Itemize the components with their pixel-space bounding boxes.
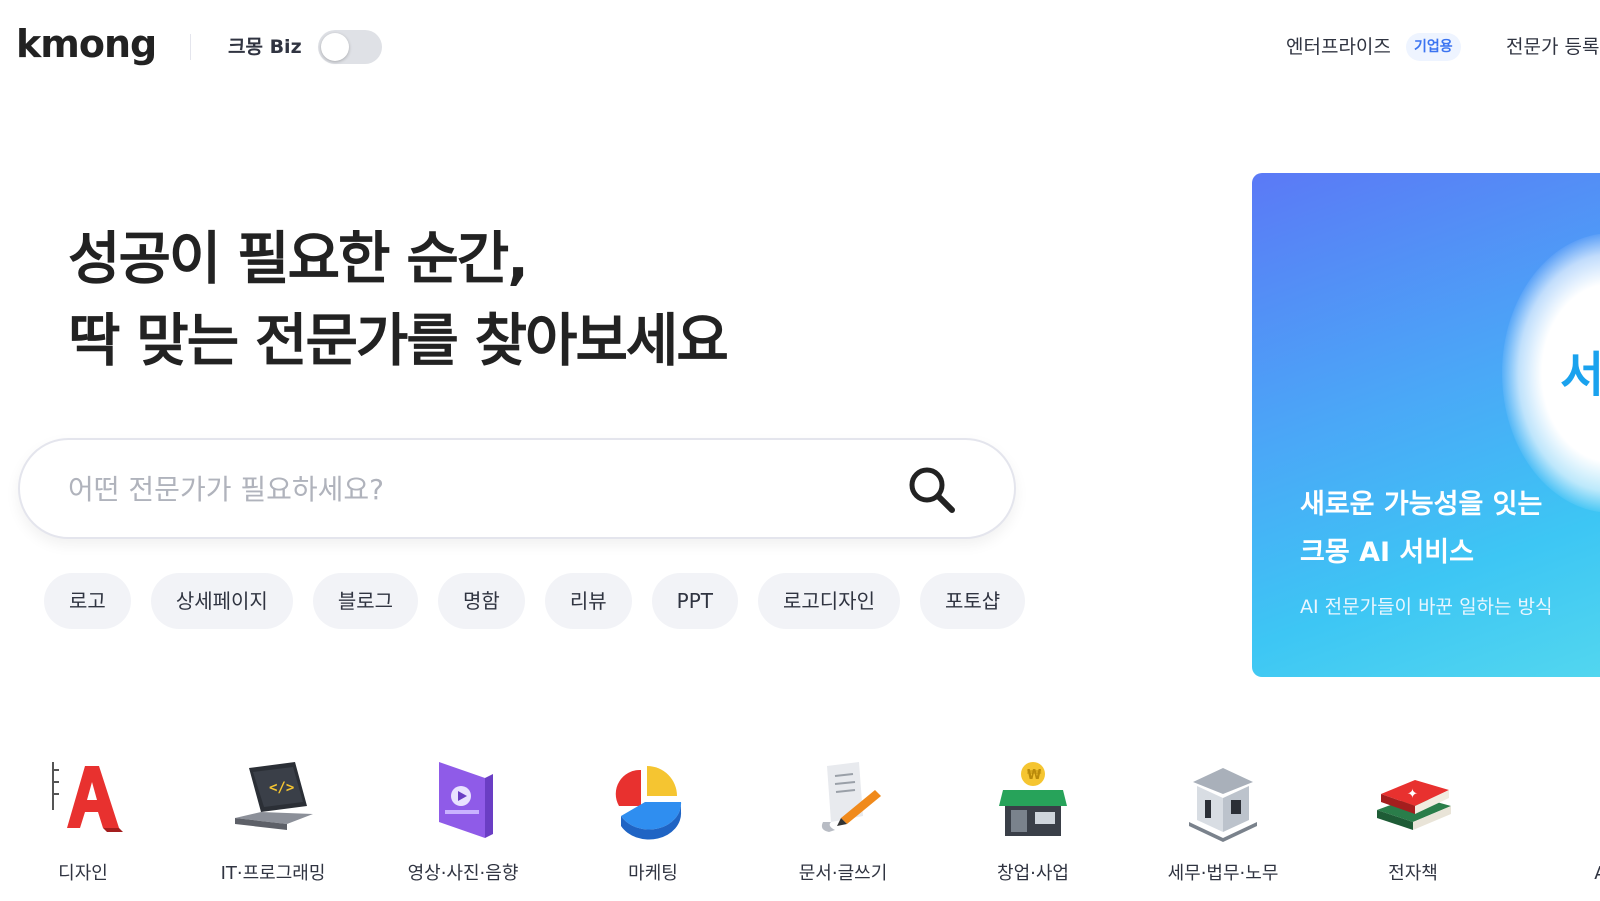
keyword-chip[interactable]: 로고 xyxy=(44,573,131,629)
svg-text:₩: ₩ xyxy=(1027,768,1042,783)
search-button[interactable] xyxy=(900,458,964,522)
keyword-chip[interactable]: 로고디자인 xyxy=(757,573,900,629)
header-divider xyxy=(190,34,191,60)
banner-title: 새로운 가능성을 잇는 크몽 AI 서비스 xyxy=(1300,489,1543,568)
category-label: 영상·사진·음향 xyxy=(407,863,519,884)
keyword-chip[interactable]: 블로그 xyxy=(312,573,419,629)
video-icon xyxy=(439,762,493,838)
enterprise-link[interactable]: 엔터프라이즈 xyxy=(1286,34,1391,60)
banner-subtitle: AI 전문가들이 바꾼 일하는 방식 xyxy=(1300,596,1553,618)
keyword-chip[interactable]: PPT xyxy=(651,573,738,629)
keyword-chip[interactable]: 포토샵 xyxy=(919,573,1026,629)
books-icon: ✦ xyxy=(1377,780,1451,830)
category-label: 전자책 xyxy=(1388,863,1438,884)
category-label: 문서·글쓰기 xyxy=(798,863,888,884)
search-icon xyxy=(909,467,955,513)
ai-icon xyxy=(1561,760,1600,844)
search-bar xyxy=(18,438,1016,539)
building-icon xyxy=(1189,768,1257,842)
toggle-knob xyxy=(321,33,349,61)
register-expert-link[interactable]: 전문가 등록 xyxy=(1506,34,1600,60)
search-input[interactable] xyxy=(68,466,868,512)
keyword-chip[interactable]: 리뷰 xyxy=(544,573,632,629)
category-row: 디자인 </> IT·프로그래밍 영상·사진·음향 마케팅 문서·글쓰기 ₩ 창… xyxy=(0,760,1600,901)
category-label: 마케팅 xyxy=(628,863,678,884)
biz-toggle[interactable] xyxy=(318,30,382,64)
pie-chart-icon xyxy=(615,766,682,840)
category-label: 디자인 xyxy=(58,863,108,884)
svg-text:</>: </> xyxy=(269,780,294,796)
category-label: IT·프로그래밍 xyxy=(220,863,326,884)
enterprise-badge: 기업용 xyxy=(1406,33,1461,61)
keyword-chip[interactable]: 명함 xyxy=(438,573,525,629)
svg-text:✦: ✦ xyxy=(1407,787,1418,802)
laptop-code-icon: </> xyxy=(235,762,313,830)
keyword-chip[interactable]: 상세페이지 xyxy=(150,573,293,629)
document-pen-icon xyxy=(821,762,881,832)
store-icon: ₩ xyxy=(999,762,1067,836)
ai-service-banner[interactable]: 서 새로운 가능성을 잇는 크몽 AI 서비스 AI 전문가들이 바꾼 일하는 … xyxy=(1252,173,1600,677)
category-label: 창업·사업 xyxy=(997,863,1069,884)
kmong-logo[interactable]: kmong xyxy=(16,20,157,68)
biz-label: 크몽 Biz xyxy=(228,36,302,58)
top-header: kmong 크몽 Biz 엔터프라이즈 기업용 전문가 등록 xyxy=(0,0,1600,96)
hero-title: 성공이 필요한 순간, 딱 맞는 전문가를 찾아보세요 xyxy=(68,226,729,374)
category-label: AI xyxy=(1528,862,1600,886)
popular-keywords: 로고 상세페이지 블로그 명함 리뷰 PPT 로고디자인 포토샵 xyxy=(44,573,1026,629)
design-icon xyxy=(52,762,123,832)
banner-glyph: 서 xyxy=(1560,347,1600,403)
category-label: 세무·법무·노무 xyxy=(1167,863,1279,884)
